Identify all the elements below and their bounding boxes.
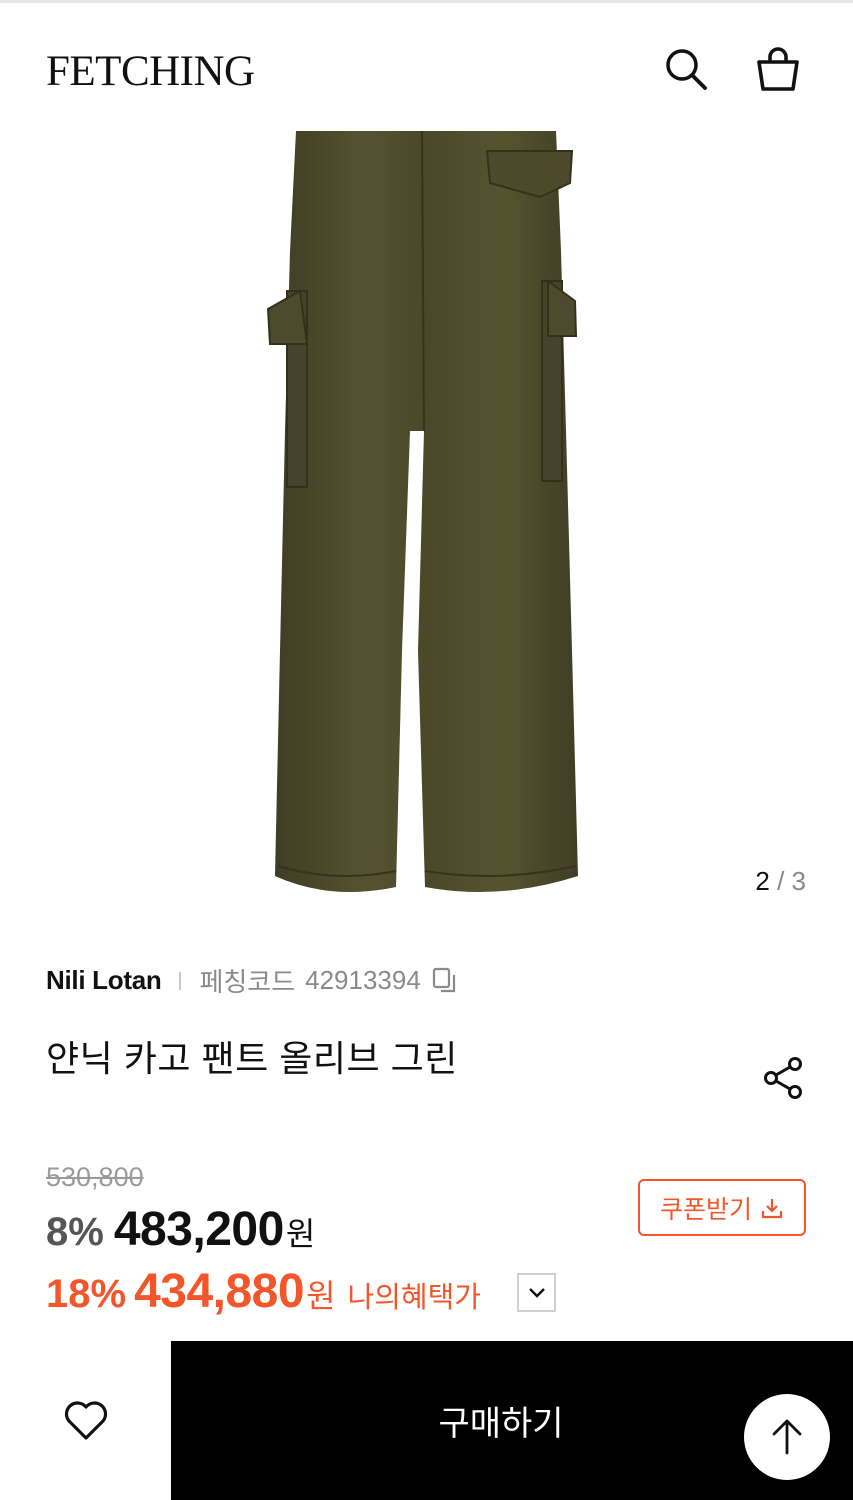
fetching-logo[interactable]: FETCHING bbox=[46, 47, 255, 96]
brand-name[interactable]: Nili Lotan bbox=[46, 965, 162, 996]
benefit-price-row: 18% 434,880 원 나의혜택가 bbox=[46, 1264, 481, 1319]
currency-unit: 원 bbox=[285, 1216, 316, 1252]
counter-current: 2 bbox=[755, 866, 770, 896]
arrow-up-icon bbox=[772, 1419, 802, 1455]
counter-total: 3 bbox=[791, 866, 806, 896]
fetching-code-label: 페칭코드 bbox=[199, 967, 296, 997]
benefit-currency-unit: 원 bbox=[306, 1278, 336, 1314]
discount-rate: 8% bbox=[46, 1210, 104, 1254]
bottom-action-bar: 구매하기 bbox=[0, 1341, 853, 1500]
scroll-to-top-button[interactable] bbox=[744, 1394, 830, 1480]
chevron-down-icon bbox=[528, 1287, 545, 1298]
share-icon[interactable] bbox=[758, 1052, 810, 1104]
heart-icon bbox=[64, 1400, 107, 1440]
product-image[interactable] bbox=[0, 131, 853, 921]
wishlist-button[interactable] bbox=[0, 1341, 171, 1500]
benefit-price-label: 나의혜택가 bbox=[347, 1282, 481, 1314]
header: FETCHING bbox=[0, 3, 853, 131]
image-counter: 2 / 3 bbox=[755, 866, 806, 897]
benefit-price: 434,880 bbox=[134, 1265, 305, 1318]
sale-price: 483,200 bbox=[113, 1203, 285, 1256]
benefit-expand-button[interactable] bbox=[517, 1273, 556, 1312]
product-title: 얀닉 카고 팬트 올리브 그린 bbox=[46, 1038, 458, 1079]
sale-price-row: 8% 483,200 원 bbox=[46, 1202, 315, 1257]
meta-divider bbox=[179, 971, 182, 990]
product-meta: Nili Lotan 페칭코드 42913394 bbox=[46, 962, 459, 999]
counter-separator: / bbox=[777, 866, 785, 896]
search-icon[interactable] bbox=[660, 43, 712, 95]
copy-icon[interactable] bbox=[431, 966, 459, 996]
download-icon bbox=[761, 1198, 783, 1218]
coupon-label: 쿠폰받기 bbox=[659, 1195, 752, 1224]
fetching-code-value: 42913394 bbox=[305, 965, 421, 995]
shopping-bag-icon[interactable] bbox=[752, 43, 804, 95]
benefit-discount-rate: 18% bbox=[46, 1272, 127, 1316]
coupon-button[interactable]: 쿠폰받기 bbox=[638, 1179, 806, 1236]
original-price: 530,800 bbox=[46, 1162, 144, 1192]
